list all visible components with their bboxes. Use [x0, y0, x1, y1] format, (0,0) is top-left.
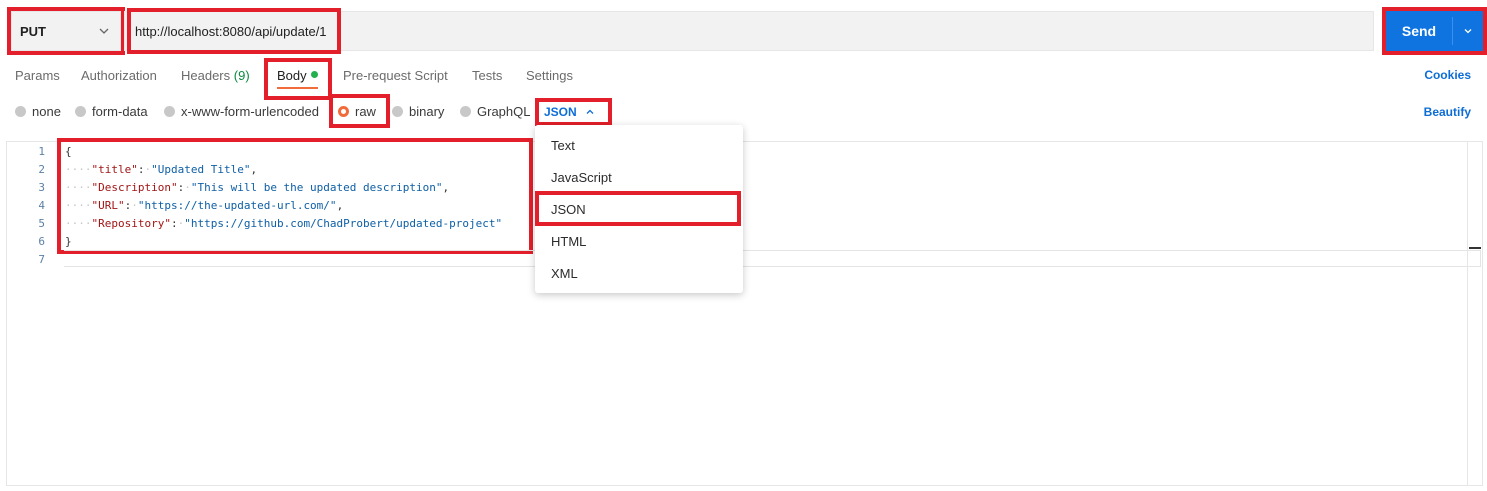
line-number: 4 [38, 199, 45, 212]
beautify-link[interactable]: Beautify [1424, 105, 1471, 119]
tab-settings[interactable]: Settings [526, 68, 573, 83]
format-select-value: JSON [544, 105, 577, 119]
tab-authorization[interactable]: Authorization [81, 68, 157, 83]
radio-icon [164, 106, 175, 117]
radio-selected-icon [338, 106, 349, 117]
radio-urlencoded-label: x-www-form-urlencoded [181, 104, 319, 119]
url-input[interactable]: http://localhost:8080/api/update/1 [127, 8, 341, 54]
headers-count-badge: (9) [233, 68, 250, 83]
url-bar[interactable]: http://localhost:8080/api/update/1 [124, 8, 1374, 54]
radio-graphql[interactable]: GraphQL [460, 104, 530, 119]
tab-headers[interactable]: Headers (9) [181, 68, 250, 83]
method-select[interactable]: PUT [7, 7, 125, 55]
editor-scrollbar[interactable] [1467, 142, 1468, 486]
body-status-dot [311, 71, 318, 78]
menu-item-javascript[interactable]: JavaScript [551, 170, 612, 185]
menu-item-html[interactable]: HTML [551, 234, 586, 249]
radio-binary[interactable]: binary [392, 104, 444, 119]
tab-params[interactable]: Params [15, 68, 60, 83]
active-tab-underline [277, 87, 318, 89]
format-select[interactable]: JSON [535, 98, 612, 126]
cookies-link[interactable]: Cookies [1424, 68, 1471, 82]
radio-form-data[interactable]: form-data [75, 104, 148, 119]
menu-item-xml[interactable]: XML [551, 266, 578, 281]
radio-icon [392, 106, 403, 117]
line-number: 5 [38, 217, 45, 230]
tab-headers-label: Headers [181, 68, 231, 83]
radio-icon [460, 106, 471, 117]
tab-tests[interactable]: Tests [472, 68, 502, 83]
radio-raw-label: raw [355, 104, 376, 119]
radio-raw[interactable]: raw [338, 104, 376, 119]
scrollbar-thumb[interactable] [1469, 247, 1481, 249]
menu-item-text[interactable]: Text [551, 138, 575, 153]
radio-binary-label: binary [409, 104, 445, 119]
line-number: 2 [38, 163, 45, 176]
line-number: 3 [38, 181, 45, 194]
tab-prerequest-script[interactable]: Pre-request Script [343, 68, 448, 83]
json-option-highlight [535, 191, 741, 226]
method-value: PUT [20, 23, 46, 39]
radio-form-data-label: form-data [92, 104, 148, 119]
line-number: 1 [38, 145, 45, 158]
line-number: 6 [38, 235, 45, 248]
active-line-indicator [64, 250, 1481, 267]
line-number-gutter: 1 2 3 4 5 6 7 [7, 142, 57, 485]
code-highlight [57, 138, 533, 254]
radio-icon [15, 106, 26, 117]
radio-icon [75, 106, 86, 117]
chevron-down-icon [99, 28, 109, 34]
line-number: 7 [38, 253, 45, 266]
radio-none-label: none [32, 104, 61, 119]
tab-body-label: Body [277, 68, 307, 83]
send-options-button[interactable] [1453, 11, 1483, 51]
radio-none[interactable]: none [15, 104, 61, 119]
tab-body[interactable]: Body [264, 58, 332, 100]
radio-graphql-label: GraphQL [477, 104, 531, 119]
chevron-up-icon [586, 109, 594, 114]
chevron-down-icon [1464, 29, 1472, 34]
send-button[interactable]: Send [1382, 7, 1487, 55]
radio-urlencoded[interactable]: x-www-form-urlencoded [164, 104, 319, 119]
send-label: Send [1401, 23, 1437, 39]
